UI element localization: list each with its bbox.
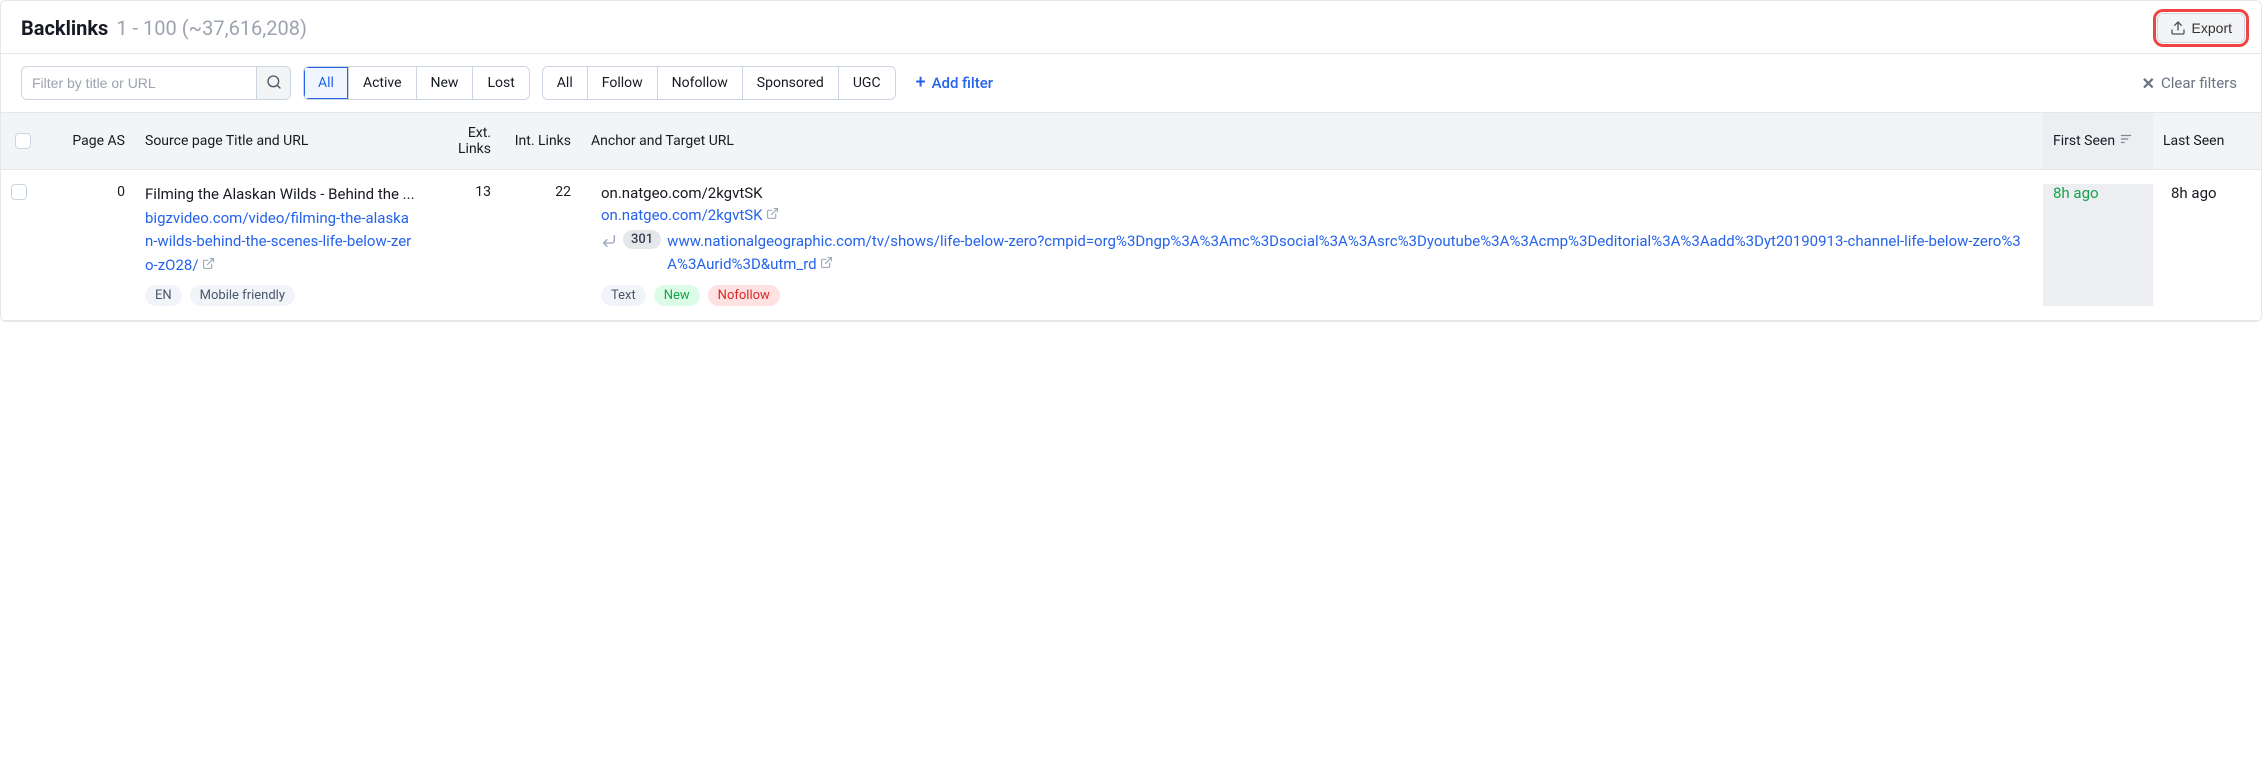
first-seen-label: First Seen	[2053, 133, 2115, 149]
header-bar: Backlinks 1 - 100 (~37,616,208) Export	[1, 1, 2261, 54]
ext-links-value: 13	[425, 184, 501, 306]
status-segmented: All Active New Lost	[303, 66, 530, 100]
seg-status-lost[interactable]: Lost	[473, 67, 528, 99]
col-first-seen[interactable]: First Seen	[2043, 113, 2153, 169]
search-button[interactable]	[256, 67, 290, 99]
anchor-url-link[interactable]: on.natgeo.com/2kgvtSK	[601, 206, 779, 224]
source-title: Filming the Alaskan Wilds - Behind the .…	[145, 184, 415, 205]
seg-status-all[interactable]: All	[304, 67, 349, 99]
table-row: 0 Filming the Alaskan Wilds - Behind the…	[1, 170, 2261, 321]
first-seen-value: 8h ago	[2053, 184, 2099, 202]
col-anchor[interactable]: Anchor and Target URL	[581, 113, 2043, 169]
add-filter-button[interactable]: + Add filter	[908, 68, 1002, 98]
page-as-value: 0	[45, 184, 135, 306]
redirect-code-badge: 301	[623, 230, 661, 249]
mobile-friendly-badge: Mobile friendly	[190, 285, 295, 306]
result-count: 1 - 100 (~37,616,208)	[116, 16, 307, 40]
seg-status-new[interactable]: New	[417, 67, 474, 99]
redirect-icon	[601, 233, 617, 253]
seg-type-nofollow[interactable]: Nofollow	[658, 67, 743, 99]
col-page-as[interactable]: Page AS	[45, 113, 135, 169]
clear-filters-label: Clear filters	[2161, 74, 2237, 92]
title-container: Backlinks 1 - 100 (~37,616,208)	[21, 16, 307, 40]
seg-type-all[interactable]: All	[543, 67, 588, 99]
search-icon	[266, 74, 282, 93]
lang-badge: EN	[145, 285, 182, 306]
close-icon: ✕	[2142, 74, 2155, 93]
new-badge: New	[654, 285, 700, 306]
anchor-text: on.natgeo.com/2kgvtSK	[601, 184, 2033, 202]
col-source[interactable]: Source page Title and URL	[135, 113, 425, 169]
upload-icon	[2170, 20, 2186, 36]
seg-type-sponsored[interactable]: Sponsored	[743, 67, 839, 99]
export-button[interactable]: Export	[2157, 13, 2245, 43]
table-header: Page AS Source page Title and URL Ext. L…	[1, 113, 2261, 170]
col-checkbox	[1, 113, 45, 169]
type-segmented: All Follow Nofollow Sponsored UGC	[542, 66, 896, 100]
add-filter-label: Add filter	[932, 74, 994, 92]
select-all-checkbox[interactable]	[15, 133, 31, 149]
sort-desc-icon	[2119, 132, 2133, 150]
seg-type-ugc[interactable]: UGC	[839, 67, 895, 99]
clear-filters-button[interactable]: ✕ Clear filters	[2134, 68, 2245, 99]
page-title: Backlinks	[21, 16, 108, 40]
external-link-icon	[202, 254, 215, 277]
search-container	[21, 66, 291, 100]
source-url-link[interactable]: bigzvideo.com/video/filming-the-alaskan-…	[145, 209, 411, 274]
external-link-icon	[820, 253, 833, 276]
row-checkbox[interactable]	[11, 184, 27, 200]
seg-type-follow[interactable]: Follow	[588, 67, 658, 99]
filters-bar: All Active New Lost All Follow Nofollow …	[1, 54, 2261, 113]
col-last-seen[interactable]: Last Seen	[2153, 113, 2261, 169]
col-int-links[interactable]: Int. Links	[501, 113, 581, 169]
last-seen-value: 8h ago	[2171, 184, 2217, 202]
external-link-icon	[766, 204, 779, 227]
search-input[interactable]	[22, 67, 256, 99]
plus-icon: +	[916, 74, 926, 92]
seg-status-active[interactable]: Active	[349, 67, 417, 99]
link-type-badge: Text	[601, 285, 646, 306]
int-links-value: 22	[501, 184, 581, 306]
nofollow-badge: Nofollow	[708, 285, 780, 306]
col-ext-links[interactable]: Ext. Links	[425, 113, 501, 169]
target-url-link[interactable]: www.nationalgeographic.com/tv/shows/life…	[667, 230, 2033, 277]
export-label: Export	[2192, 20, 2232, 36]
